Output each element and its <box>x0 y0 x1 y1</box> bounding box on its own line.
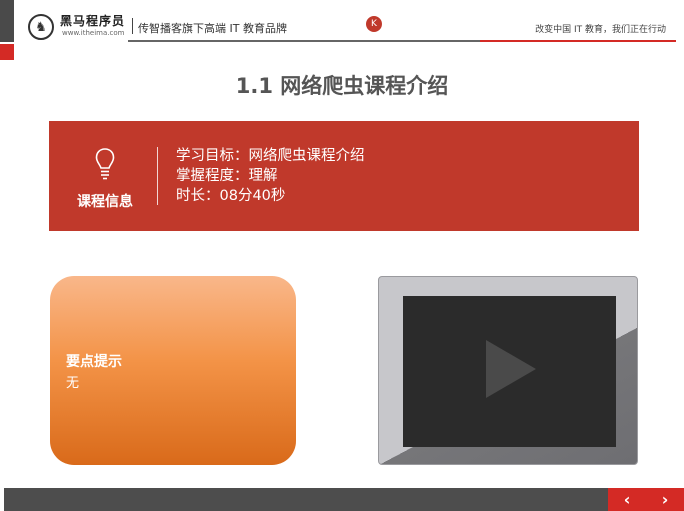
course-info-label: 课程信息 <box>77 194 133 210</box>
left-accent-bar <box>0 0 14 42</box>
prev-slide-button[interactable]: ‹ <box>624 488 631 511</box>
slogan: 改变中国 IT 教育，我们正在行动 <box>535 25 666 35</box>
header-divider-accent <box>480 40 676 42</box>
brand-name: 黑马程序员 <box>60 14 126 28</box>
course-info-panel: 课程信息 学习目标：网络爬虫课程介绍 掌握程度：理解 时长：08分40秒 <box>49 121 639 231</box>
info-divider <box>157 147 158 205</box>
video-screen[interactable] <box>403 296 616 447</box>
brand-tagline: 传智播客旗下高端 IT 教育品牌 <box>138 22 287 35</box>
header: ♞ 黑马程序员 www.itheima.com 传智播客旗下高端 IT 教育品牌… <box>24 10 676 42</box>
next-slide-button[interactable]: › <box>662 488 669 511</box>
video-player[interactable] <box>378 276 638 465</box>
footer-bar: ‹ › <box>0 488 684 511</box>
brand-url: www.itheima.com <box>62 29 125 37</box>
horse-logo-icon: ♞ <box>28 14 54 40</box>
slide-title: 1.1 网络爬虫课程介绍 <box>235 74 449 98</box>
learning-goal-line: 学习目标：网络爬虫课程介绍 <box>176 148 365 164</box>
footer-left-notch <box>0 488 4 511</box>
slide-navigation: ‹ › <box>608 488 684 511</box>
key-points-body: 无 <box>66 376 80 391</box>
brand-separator <box>132 18 133 34</box>
course-info-lines: 学习目标：网络爬虫课程介绍 掌握程度：理解 时长：08分40秒 <box>176 146 365 206</box>
duration-line: 时长：08分40秒 <box>176 188 286 204</box>
play-icon[interactable] <box>486 340 536 398</box>
key-points-title: 要点提示 <box>66 354 122 370</box>
key-points-card: 要点提示 无 <box>50 276 296 465</box>
mastery-level-line: 掌握程度：理解 <box>176 168 278 184</box>
k-badge[interactable]: K <box>366 16 382 32</box>
lightbulb-icon <box>95 148 115 180</box>
left-red-marker <box>0 44 14 60</box>
